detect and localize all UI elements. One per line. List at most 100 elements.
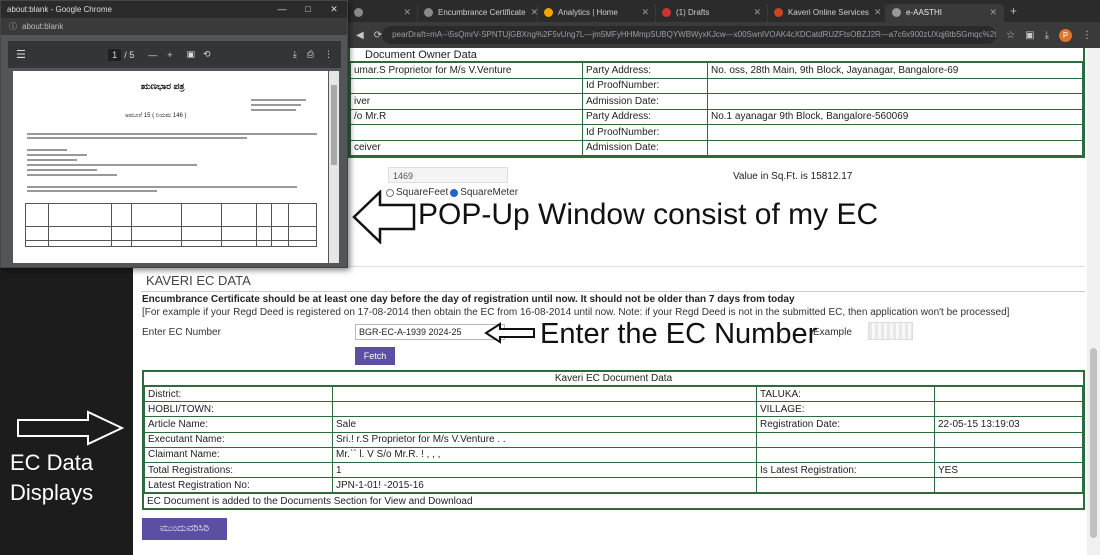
ec-table-row: Total Registrations: 1 Is Latest Registrat… bbox=[144, 461, 1083, 479]
browser-tab[interactable]: Analytics | Home ✕ bbox=[538, 3, 656, 22]
table-cell: YES bbox=[934, 461, 1083, 479]
table-cell: umar.S Proprietor for M/s V.Venture bbox=[350, 62, 583, 79]
tab-favicon-icon bbox=[424, 8, 433, 17]
extensions-icon[interactable]: ▣ bbox=[1025, 30, 1034, 41]
profile-avatar[interactable]: P bbox=[1059, 28, 1072, 42]
table-cell: Mr.`` l. V S/o Mr.R. ! , , , bbox=[332, 446, 757, 463]
table-cell bbox=[934, 446, 1083, 463]
table-cell: Party Address: bbox=[582, 108, 708, 125]
reload-icon[interactable]: ⟳ bbox=[374, 30, 382, 41]
kaveri-ec-document-table: Kaveri EC Document Data District: TALUKA:… bbox=[142, 370, 1085, 511]
zoom-out-icon[interactable]: — bbox=[148, 50, 157, 60]
table-cell bbox=[934, 401, 1083, 418]
owner-table-row: iver Admission Date: bbox=[350, 93, 1083, 110]
pdf-text-line bbox=[251, 104, 301, 106]
ec-annotation: Enter the EC Number bbox=[540, 318, 818, 350]
table-cell: Executant Name: bbox=[144, 431, 333, 448]
menu-icon[interactable]: ⋮ bbox=[1082, 30, 1092, 41]
ec-number-input[interactable]: BGR-EC-A-1939 2024-25 bbox=[355, 324, 505, 340]
page-number-input[interactable]: 1 bbox=[108, 48, 122, 61]
table-cell: TALUKA: bbox=[756, 385, 935, 403]
tab-label: Encumbrance Certificate bbox=[438, 8, 526, 17]
section-divider bbox=[141, 291, 1085, 292]
download-icon[interactable]: ⤓ bbox=[1045, 30, 1049, 41]
popup-title-bar: about:blank - Google Chrome — □ ✕ bbox=[1, 1, 347, 18]
ec-arrow-icon bbox=[484, 322, 535, 344]
area-input[interactable]: 1469 bbox=[388, 167, 508, 183]
data-annotation-line2: Displays bbox=[10, 480, 94, 505]
tab-close-icon[interactable]: ✕ bbox=[989, 7, 997, 18]
download-pdf-icon[interactable]: ⤓ bbox=[293, 49, 297, 60]
tab-favicon-icon bbox=[662, 8, 671, 17]
table-cell bbox=[934, 385, 1083, 403]
table-cell: iver bbox=[350, 93, 583, 110]
browser-tab[interactable]: Encumbrance Certificate ✕ bbox=[418, 3, 538, 22]
tab-close-icon[interactable]: ✕ bbox=[531, 7, 537, 18]
table-cell bbox=[756, 431, 935, 448]
fit-page-icon[interactable]: ▣ bbox=[186, 49, 195, 60]
pdf-menu-icon[interactable]: ☰ bbox=[16, 48, 26, 61]
data-arrow-icon bbox=[17, 410, 124, 446]
new-tab-icon[interactable]: + bbox=[1004, 4, 1023, 18]
tab-favicon-icon bbox=[774, 8, 783, 17]
tab-close-icon[interactable]: ✕ bbox=[641, 7, 649, 18]
back-icon[interactable]: ◀ bbox=[356, 30, 364, 41]
browser-tab[interactable]: Kaveri Online Services ✕ bbox=[768, 3, 886, 22]
example-label: Example bbox=[813, 327, 852, 338]
owner-table-title: Document Owner Data bbox=[350, 48, 1083, 62]
zoom-in-icon[interactable]: + bbox=[167, 50, 172, 60]
close-icon[interactable]: ✕ bbox=[321, 4, 347, 15]
table-cell bbox=[350, 124, 583, 141]
data-annotation-line1: EC Data bbox=[10, 450, 94, 475]
table-cell: Sale bbox=[332, 416, 757, 433]
table-cell: Id ProofNumber: bbox=[582, 124, 708, 141]
print-icon[interactable]: ⎙ bbox=[307, 49, 314, 60]
table-cell bbox=[934, 477, 1083, 494]
fetch-button[interactable]: Fetch bbox=[355, 347, 395, 365]
ec-footer-note: EC Document is added to the Documents Se… bbox=[144, 493, 1083, 508]
table-cell bbox=[707, 77, 1083, 94]
table-cell: Admission Date: bbox=[582, 93, 708, 110]
pdf-more-icon[interactable]: ⋮ bbox=[324, 49, 333, 60]
url-input[interactable]: pearDraft=mA--\5sQmrV-SPNTUjGBXng%2F5vUn… bbox=[382, 26, 997, 44]
pdf-text-line bbox=[27, 149, 67, 151]
pdf-scroll-thumb[interactable] bbox=[331, 85, 337, 165]
continue-button[interactable]: ಮುಂದುವರಿಸಿರಿ bbox=[142, 518, 227, 540]
table-cell: JPN-1-01! -2015-16 bbox=[332, 477, 757, 494]
ec-number-label: Enter EC Number bbox=[142, 327, 221, 338]
tab-close-icon[interactable]: ✕ bbox=[403, 7, 411, 18]
rotate-icon[interactable]: ⟲ bbox=[203, 49, 211, 60]
pdf-text-line bbox=[251, 109, 296, 111]
minimize-icon[interactable]: — bbox=[269, 4, 295, 15]
page-total: / 5 bbox=[124, 49, 135, 60]
owner-table-row: ceiver Admission Date: bbox=[350, 139, 1083, 156]
pdf-text-line bbox=[27, 174, 117, 176]
page-scrollbar[interactable] bbox=[1087, 48, 1100, 555]
browser-tab[interactable]: e-AASTHI ✕ bbox=[886, 3, 1004, 22]
browser-tab[interactable]: (1) Drafts ✕ bbox=[656, 3, 768, 22]
table-cell: No. oss, 28th Main, 9th Block, Jayanagar… bbox=[707, 62, 1083, 79]
pdf-text-line bbox=[27, 169, 97, 171]
tab-favicon-icon bbox=[544, 8, 553, 17]
browser-tab[interactable]: ✕ bbox=[348, 3, 418, 22]
ec-table-row: HOBLI/TOWN: VILLAGE: bbox=[144, 401, 1083, 418]
tab-close-icon[interactable]: ✕ bbox=[753, 7, 761, 18]
scroll-thumb[interactable] bbox=[1090, 348, 1097, 538]
maximize-icon[interactable]: □ bbox=[295, 4, 321, 15]
pdf-doc-subtitle: ಅಮೂನೆ 15 ( ನಿಯಮ 146 ) bbox=[125, 113, 187, 119]
pdf-data-table bbox=[25, 203, 317, 247]
popup-url-bar: ⓘ about:blank bbox=[1, 18, 347, 35]
pdf-scrollbar[interactable] bbox=[329, 71, 339, 263]
table-cell: VILLAGE: bbox=[756, 401, 935, 418]
square-meter-radio[interactable] bbox=[450, 188, 459, 197]
owner-table-row: /o Mr.R Party Address: No.1 ayanagar 9th B… bbox=[350, 108, 1083, 125]
tab-close-icon[interactable]: ✕ bbox=[874, 7, 882, 18]
pdf-text-line bbox=[251, 99, 306, 101]
owner-table-row: umar.S Proprietor for M/s V.Venture Party… bbox=[350, 62, 1083, 79]
table-cell bbox=[350, 77, 583, 94]
star-icon[interactable]: ☆ bbox=[1006, 30, 1015, 41]
table-cell: No.1 ayanagar 9th Block, Bangalore-56006… bbox=[707, 108, 1083, 125]
ec-requirement-note: Encumbrance Certificate should be at lea… bbox=[142, 294, 795, 305]
pdf-page: ಋಣಭಾರ ಪತ್ರ ಅಮೂನೆ 15 ( ನಿಯಮ 146 ) bbox=[13, 71, 328, 263]
owner-data-table: Document Owner Data umar.S Proprietor fo… bbox=[348, 48, 1085, 158]
